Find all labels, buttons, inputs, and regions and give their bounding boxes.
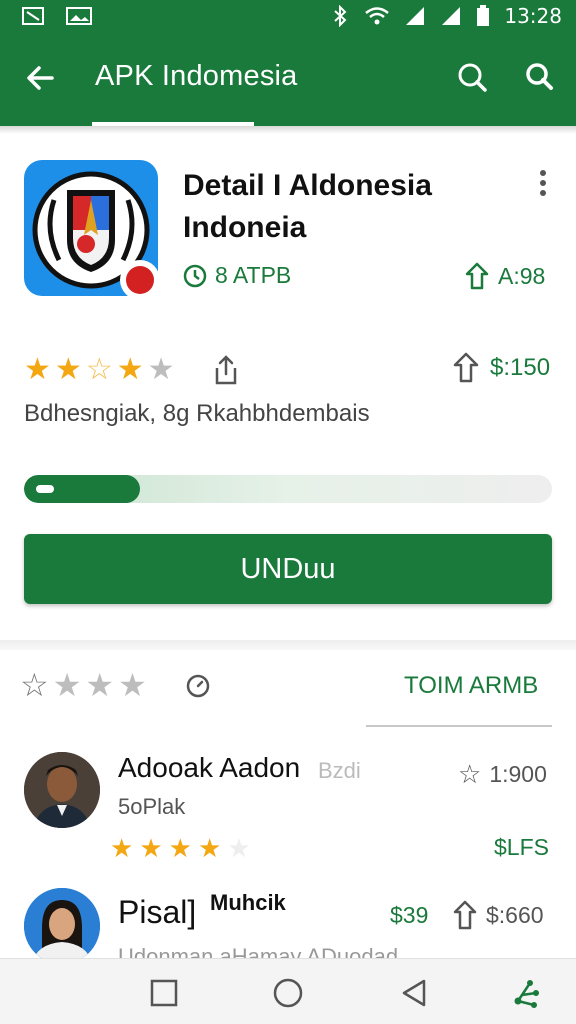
clock-time: 13:28 xyxy=(504,4,562,28)
star-half-icon: ☆ xyxy=(85,353,113,386)
clock-icon[interactable] xyxy=(186,674,210,698)
app-price: $:150 xyxy=(490,354,551,381)
upload-icon xyxy=(465,262,489,290)
search-icon[interactable] xyxy=(455,60,489,94)
meta-left-text: 8 ATPB xyxy=(215,262,292,288)
signal-icon xyxy=(406,7,425,25)
star-filled-icon: ★ xyxy=(118,667,147,703)
app-subtitle: Bdhesngiak, 8g Rkahbhdembais xyxy=(24,400,370,427)
download-progress-fill xyxy=(24,475,141,503)
avatar[interactable] xyxy=(24,752,100,828)
circle-icon[interactable] xyxy=(272,977,304,1009)
review-stars: ★ ★ ★ ★ ★ xyxy=(110,834,251,862)
status-bar: 13:28 xyxy=(0,0,576,32)
reviewer-name-extra: Muhcik xyxy=(210,890,286,915)
star-filled-icon: ★ xyxy=(116,353,144,386)
section-divider xyxy=(0,640,576,650)
share-icon[interactable] xyxy=(212,354,240,386)
verified-badge xyxy=(120,260,160,300)
size-meta: A:98 xyxy=(464,262,545,290)
timer-icon xyxy=(183,264,207,287)
review-count-text: 1:900 xyxy=(489,760,547,787)
star-empty-icon: ☆ xyxy=(20,667,49,703)
star-filled-icon: ★ xyxy=(54,353,82,386)
signal-icon xyxy=(442,7,461,25)
star-filled-icon: ★ xyxy=(110,833,134,863)
share-nodes-icon[interactable] xyxy=(510,977,542,1009)
more-options-icon[interactable] xyxy=(534,170,552,200)
review-count: ☆ 1:900 xyxy=(458,756,547,792)
search-icon[interactable] xyxy=(522,60,556,94)
star-filled-icon: ★ xyxy=(24,353,51,386)
navigation-bar xyxy=(0,958,576,1024)
notification-icon xyxy=(22,7,44,25)
square-icon[interactable] xyxy=(148,977,180,1009)
app-bar: APK Indomesia xyxy=(0,32,576,126)
upload-icon xyxy=(453,900,477,930)
star-empty-icon: ★ xyxy=(147,353,175,386)
person-avatar-icon xyxy=(24,888,100,964)
app-bar-title: APK Indomesia xyxy=(95,60,298,92)
star-filled-icon: ★ xyxy=(197,833,222,863)
reviewer-handle: 5oPlak xyxy=(118,794,186,819)
reviewer-name-extra: Bzdi xyxy=(318,758,361,783)
app-bar-shadow xyxy=(0,126,576,134)
price-group: $:150 xyxy=(452,352,550,384)
avatar[interactable] xyxy=(24,888,100,964)
person-avatar-icon xyxy=(24,752,100,828)
installs-meta: 8 ATPB xyxy=(183,262,291,289)
review-price-text: $:660 xyxy=(486,901,544,928)
review-tag: $LFS xyxy=(494,834,549,860)
reviews-link[interactable]: TOIM ARMB xyxy=(404,672,538,700)
app-icon[interactable] xyxy=(24,160,160,300)
star-filled-icon: ★ xyxy=(139,833,163,863)
reviewer-name: Pisal] xyxy=(118,894,197,930)
battery-icon xyxy=(477,5,490,26)
wifi-icon xyxy=(365,7,390,25)
bluetooth-icon xyxy=(334,5,347,27)
meta-right-text: A:98 xyxy=(498,262,546,289)
download-button[interactable]: UNDuu xyxy=(24,534,552,604)
review-filter-stars[interactable]: ☆ ★ ★ ★ xyxy=(20,667,147,703)
upload-icon xyxy=(453,352,479,383)
app-title: Detail I Aldonesia Indoneia xyxy=(183,169,432,244)
star-empty-icon: ★ xyxy=(227,833,251,863)
star-filled-icon: ★ xyxy=(168,833,192,863)
star-filled-icon: ★ xyxy=(52,667,82,703)
reviews-divider xyxy=(366,725,552,727)
review-price-green: $39 xyxy=(390,902,429,928)
download-progress xyxy=(24,475,552,503)
reviewer-name: Adooak Aadon xyxy=(118,752,301,783)
triangle-back-icon[interactable] xyxy=(398,977,430,1009)
star-filled-icon: ★ xyxy=(85,667,115,703)
image-icon xyxy=(66,7,92,25)
rating-stars: ★ ★ ☆ ★ ★ xyxy=(24,352,175,388)
review-price: $:660 xyxy=(452,900,544,930)
star-icon: ☆ xyxy=(458,759,482,789)
arrow-back-icon[interactable] xyxy=(22,60,58,96)
